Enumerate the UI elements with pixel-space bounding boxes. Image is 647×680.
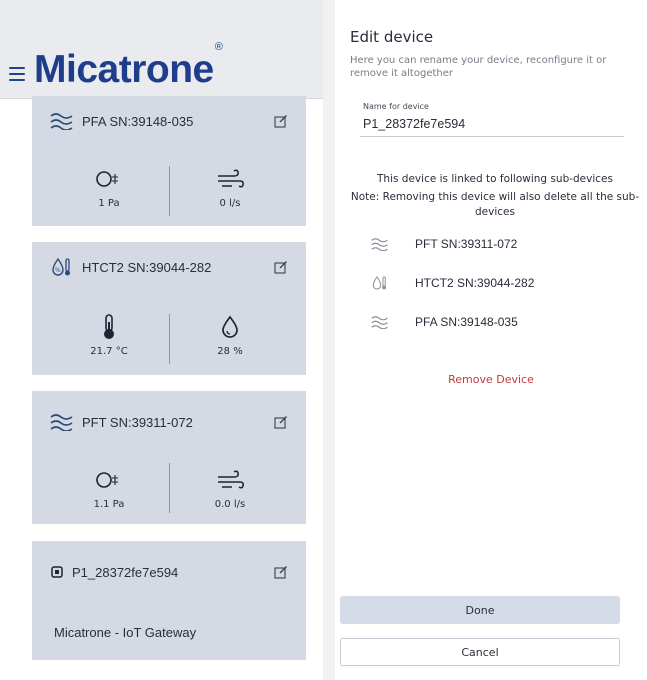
- linked-text: This device is linked to following sub-d…: [377, 173, 613, 185]
- device-card-gateway[interactable]: P1_28372fe7e594 Micatrone - IoT Gateway: [32, 541, 306, 660]
- svg-text:%: %: [55, 267, 61, 274]
- sub-device-name: PFA SN:39148-035: [415, 315, 518, 329]
- edit-icon[interactable]: [274, 114, 288, 128]
- airflow-wave-icon: [371, 238, 388, 251]
- device-name-input[interactable]: P1_28372fe7e594: [363, 117, 465, 131]
- input-underline: [360, 136, 624, 137]
- airflow-icon: [218, 470, 244, 489]
- airflow-icon: [218, 169, 244, 188]
- device-card-pfa[interactable]: PFA SN:39148-035 1 Pa 0 l/s: [32, 96, 306, 226]
- humidity-reading: 28 %: [175, 314, 285, 357]
- pressure-icon: [96, 472, 118, 488]
- humidity-value: 28 %: [217, 346, 243, 357]
- temp-humidity-icon: [372, 276, 386, 290]
- edit-device-screen: Edit device Here you can rename your dev…: [335, 0, 647, 680]
- airflow-wave-icon: [371, 316, 388, 329]
- thermometer-icon: [104, 314, 114, 339]
- humidity-drop-icon: [222, 315, 238, 338]
- device-name-label: Name for device: [363, 102, 429, 111]
- pressure-reading: 1 Pa: [54, 166, 164, 209]
- edit-icon[interactable]: [274, 565, 288, 579]
- airflow-wave-icon: [50, 113, 73, 130]
- brand-registered-mark: ®: [214, 41, 223, 53]
- temp-humidity-icon: %: [52, 257, 70, 276]
- device-name: HTCT2 SN:39044-282: [82, 259, 212, 275]
- cancel-button[interactable]: Cancel: [340, 638, 620, 666]
- airflow-value: 0.0 l/s: [214, 499, 246, 510]
- metric-divider: [169, 166, 170, 216]
- device-name: PFT SN:39311-072: [82, 414, 193, 430]
- card-header: PFT SN:39311-072: [50, 411, 288, 433]
- metric-divider: [169, 314, 170, 364]
- card-header: P1_28372fe7e594: [50, 561, 288, 583]
- temperature-reading: 21.7 °C: [54, 314, 164, 357]
- chip-icon: [51, 566, 63, 578]
- card-header: % HTCT2 SN:39044-282: [50, 256, 288, 278]
- remove-device-button[interactable]: Remove Device: [335, 373, 647, 386]
- pressure-value: 1.1 Pa: [93, 499, 125, 510]
- linked-notice: This device is linked to following sub-d…: [345, 172, 645, 220]
- device-name: PFA SN:39148-035: [82, 113, 194, 129]
- sub-device-name: PFT SN:39311-072: [415, 237, 518, 251]
- airflow-wave-icon: [50, 414, 73, 431]
- brand-name: Micatrone: [34, 48, 214, 91]
- sub-device-item: PFT SN:39311-072: [371, 234, 517, 254]
- device-list-screen: Micatrone® PFA SN:39148-035 1 Pa 0 l/s %…: [0, 0, 323, 680]
- airflow-reading: 0 l/s: [175, 166, 285, 209]
- device-type-label: Micatrone - IoT Gateway: [54, 625, 197, 640]
- menu-icon[interactable]: [9, 67, 25, 81]
- done-button[interactable]: Done: [340, 596, 620, 624]
- warning-text: Note: Removing this device will also del…: [350, 191, 640, 218]
- card-header: PFA SN:39148-035: [50, 110, 288, 132]
- device-card-htct2[interactable]: % HTCT2 SN:39044-282 21.7 °C 28 %: [32, 242, 306, 375]
- airflow-reading: 0.0 l/s: [175, 467, 285, 510]
- edit-icon[interactable]: [274, 260, 288, 274]
- edit-icon[interactable]: [274, 415, 288, 429]
- device-card-pft[interactable]: PFT SN:39311-072 1.1 Pa 0.0 l/s: [32, 391, 306, 524]
- app-header: Micatrone®: [0, 0, 323, 99]
- brand-logo: Micatrone®: [34, 41, 223, 92]
- pressure-reading: 1.1 Pa: [54, 467, 164, 510]
- temperature-value: 21.7 °C: [90, 346, 128, 357]
- pressure-icon: [96, 171, 118, 187]
- dialog-title: Edit device: [350, 28, 434, 46]
- metric-divider: [169, 463, 170, 513]
- device-name: P1_28372fe7e594: [72, 564, 179, 580]
- pressure-value: 1 Pa: [98, 198, 120, 209]
- airflow-value: 0 l/s: [219, 198, 241, 209]
- sub-device-item: HTCT2 SN:39044-282: [371, 273, 534, 293]
- dialog-description: Here you can rename your device, reconfi…: [350, 55, 607, 79]
- sub-device-name: HTCT2 SN:39044-282: [415, 276, 535, 290]
- sub-device-item: PFA SN:39148-035: [371, 312, 518, 332]
